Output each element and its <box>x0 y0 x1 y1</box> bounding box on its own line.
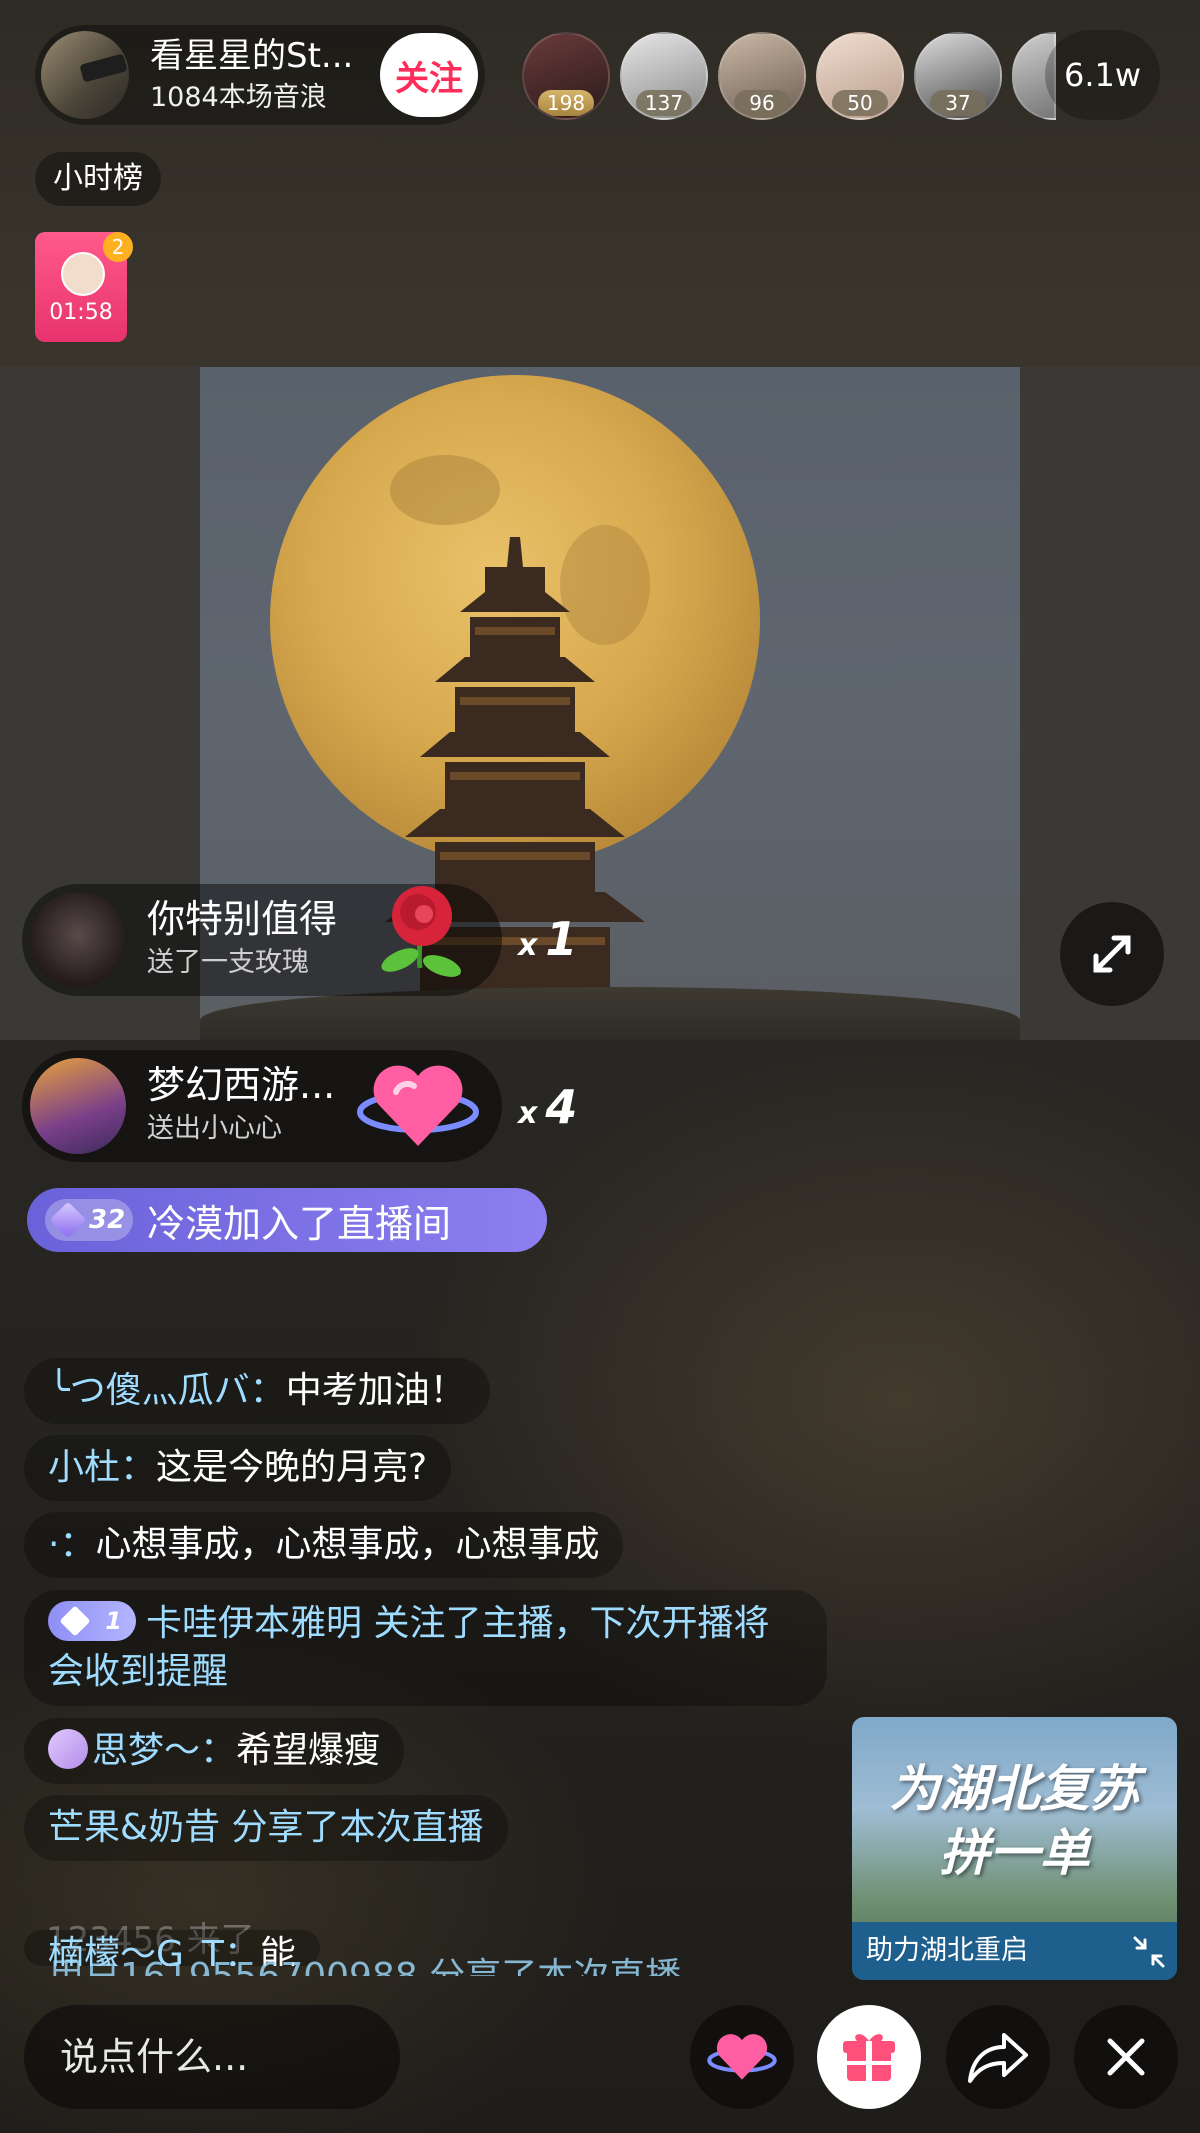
red-packet[interactable]: 2 01:58 <box>35 232 133 342</box>
close-button[interactable] <box>1074 2005 1178 2109</box>
red-packet-badge: 2 <box>103 232 133 262</box>
hourly-rank-button[interactable]: 小时榜 <box>35 152 161 206</box>
promo-banner[interactable]: 为湖北复苏 拼一单 助力湖北重启 <box>852 1717 1177 1980</box>
chat-message[interactable]: 思梦～：希望爆瘦 <box>24 1718 405 1784</box>
gifter-name: 梦幻西游... <box>147 1063 336 1107</box>
viewer-contribution: 37 <box>930 90 986 116</box>
chat-username[interactable]: 思梦～： <box>92 1730 236 1771</box>
join-text: 冷漠加入了直播间 <box>147 1201 452 1246</box>
follow-notice: 1 卡哇伊本雅明 关注了主播，下次开播将会收到提醒 <box>24 1590 827 1706</box>
gifter-avatar[interactable] <box>30 1058 126 1154</box>
viewer-contribution: 96 <box>734 90 790 116</box>
rose-icon <box>381 886 462 977</box>
user-level-badge: 32 <box>45 1199 133 1241</box>
share-icon <box>968 2033 1028 2083</box>
heart-icon <box>357 1065 479 1146</box>
chat-message[interactable]: 小杜：这是今晚的月亮? <box>24 1435 452 1501</box>
red-packet-countdown: 01:58 <box>49 300 113 325</box>
chat-message[interactable]: ╰つ傻灬瓜バ：中考加油！ <box>24 1358 490 1424</box>
viewer-contribution: 198 <box>538 90 594 116</box>
comment-input[interactable]: 说点什么... <box>24 2005 400 2109</box>
chat-message[interactable]: ·：心想事成，心想事成，心想事成 <box>24 1512 624 1578</box>
share-notice-partial: 用户1619556700988 分享了本次直播 <box>48 1952 681 1976</box>
expand-icon <box>1093 935 1131 973</box>
top-viewer-avatar[interactable]: 50 <box>816 32 904 120</box>
viewer-contribution: 137 <box>636 90 692 116</box>
gem-icon <box>49 1201 87 1239</box>
chat-username[interactable]: 小杜： <box>48 1447 156 1488</box>
host-avatar[interactable] <box>41 31 129 119</box>
gift-button[interactable] <box>817 2005 921 2109</box>
unicorn-icon <box>48 1729 88 1769</box>
chat-username[interactable]: ·： <box>48 1524 95 1565</box>
red-packet-sender-avatar <box>61 252 105 296</box>
join-notice: 32 冷漠加入了直播间 <box>27 1188 547 1252</box>
host-sound-wave-count: 1084本场音浪 <box>150 82 327 113</box>
chat-text: 希望爆瘦 <box>236 1730 381 1771</box>
close-icon <box>1107 2038 1145 2076</box>
gifter-name: 你特别值得 <box>147 897 338 941</box>
chat-text: 中考加油！ <box>285 1370 466 1411</box>
promo-title: 为湖北复苏 拼一单 <box>889 1759 1140 1882</box>
chat-text: 心想事成，心想事成，心想事成 <box>95 1524 600 1565</box>
heart-icon <box>707 2034 777 2080</box>
top-viewer-avatar[interactable]: 198 <box>522 32 610 120</box>
top-viewer-avatar[interactable]: 137 <box>620 32 708 120</box>
gifter-avatar[interactable] <box>30 892 126 988</box>
share-button[interactable] <box>946 2005 1050 2109</box>
gift-action: 送了一支玫瑰 <box>147 947 309 978</box>
gift-combo-count: x1 <box>518 912 578 966</box>
top-viewer-avatar[interactable]: 96 <box>718 32 806 120</box>
gift-action: 送出小心心 <box>147 1113 282 1144</box>
chat-text: 这是今晚的月亮? <box>156 1447 428 1488</box>
gift-icon <box>843 2034 895 2081</box>
gift-combo-count: x4 <box>518 1080 578 1134</box>
follow-notice-text: 卡哇伊本雅明 关注了主播，下次开播将会收到提醒 <box>48 1603 770 1692</box>
like-button[interactable] <box>690 2005 794 2109</box>
top-viewer-avatar[interactable]: 37 <box>914 32 1002 120</box>
host-info[interactable]: 看星星的St... 1084本场音浪 关注 <box>35 25 485 125</box>
chat-username[interactable]: ╰つ傻灬瓜バ： <box>48 1370 286 1411</box>
follow-button[interactable]: 关注 <box>380 33 478 117</box>
share-notice-text: 芒果&奶昔 分享了本次直播 <box>48 1807 484 1848</box>
user-level-badge: 1 <box>48 1601 136 1641</box>
audience-count[interactable]: 6.1w <box>1045 30 1160 120</box>
viewer-contribution: 50 <box>832 90 888 116</box>
promo-footer: 助力湖北重启 <box>852 1922 1177 1980</box>
share-notice: 芒果&奶昔 分享了本次直播 <box>24 1795 508 1861</box>
collapse-icon[interactable] <box>1131 1934 1167 1970</box>
fullscreen-button[interactable] <box>1060 902 1164 1006</box>
host-name: 看星星的St... <box>150 36 354 76</box>
